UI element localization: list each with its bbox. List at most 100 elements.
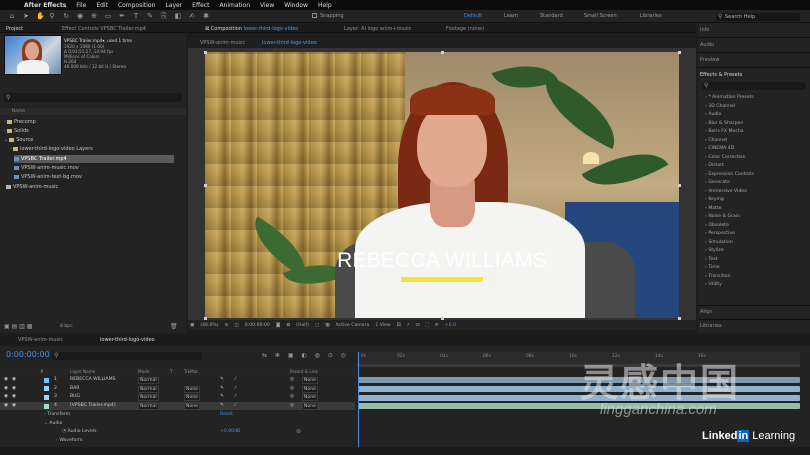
pan-behind-tool-icon[interactable]: ⊕ [90,12,98,20]
layer-name[interactable]: [VPSBC Trailer.mp4] [70,403,116,408]
workspace-learn[interactable]: Learn [504,13,518,19]
exposure-value[interactable]: +0.0 [445,323,456,328]
audio-levels-value[interactable]: +0.00dB [220,429,240,434]
mode-dropdown[interactable]: Normal [138,385,159,393]
selection-tool-icon[interactable]: ➤ [22,12,30,20]
reset-exposure-icon[interactable]: ✲ [435,323,439,328]
list-item[interactable]: › Precomp [0,118,176,126]
eraser-tool-icon[interactable]: ◧ [174,12,182,20]
menu-window[interactable]: Window [284,2,308,9]
effect-category[interactable]: › Text [705,257,718,262]
table-row[interactable]: ◉ ◉ 2 BAR Normal None ✎ ⁄ ◎ None [0,385,355,393]
table-row[interactable]: ◉ ◉ 4 [VPSBC Trailer.mp4] Normal None ✎ ⁄ ◎ None [0,402,355,411]
parent-dropdown[interactable]: None [302,403,318,411]
effect-category[interactable]: › * Animation Presets [705,95,754,100]
parent-pickwhip-icon[interactable]: ◎ [290,403,294,408]
rotate-tool-icon[interactable]: ↻ [62,12,70,20]
table-row[interactable]: ◉ ◉ 1 REBECCA WILLIAMS Normal ✎ ⁄ ◎ None [0,376,355,384]
home-icon[interactable]: ⌂ [8,12,16,20]
audio-icon[interactable]: ◉ [12,403,16,408]
workspace-libraries[interactable]: Libraries [640,13,662,19]
transform-handle[interactable] [441,51,444,54]
toggle-pixel-icon[interactable]: ⚄ [397,323,401,328]
effect-category[interactable]: › Noise & Grain [705,214,740,219]
effect-category[interactable]: › Color Correction [705,155,746,160]
timeline-icon[interactable]: ⊡ [416,323,420,328]
zoom-level[interactable]: (48.6%) [200,323,218,328]
layer-name[interactable]: BUG [70,394,80,399]
transform-handle[interactable] [204,184,207,187]
panel-libraries[interactable]: Libraries [700,323,722,329]
transform-reset[interactable]: Reset [220,412,233,417]
type-tool-icon[interactable]: T [132,12,140,20]
label-color-swatch[interactable] [44,377,49,383]
brush-tool-icon[interactable]: ✎ [146,12,154,20]
transform-handle[interactable] [204,51,207,54]
effect-category[interactable]: › Channel [705,138,727,143]
parent-dropdown[interactable]: None [302,394,318,402]
effect-category[interactable]: › Audio [705,112,721,117]
effect-category[interactable]: › Stylize [705,248,724,253]
tab-footage[interactable]: Footage (none) [446,26,484,32]
menu-app-name[interactable]: After Effects [24,2,66,9]
parent-dropdown[interactable]: None [302,385,318,393]
tab-project[interactable]: Project [6,26,23,32]
menu-file[interactable]: File [76,2,86,9]
trkmat-dropdown[interactable]: None [184,394,200,402]
mode-dropdown[interactable]: Normal [138,403,159,411]
effect-category[interactable]: › CINEMA 4D [705,146,734,151]
list-item[interactable]: ⌄ Source [0,136,176,144]
effect-category[interactable]: › Time [705,265,720,270]
visibility-eye-icon[interactable]: ◉ [4,377,8,382]
roto-brush-icon[interactable]: ✍ [188,12,196,20]
effect-category[interactable]: › Obsolete [705,223,729,228]
search-help-field[interactable]: ⚲ Search Help [716,13,800,21]
camera-dropdown[interactable]: Active Camera [336,323,370,328]
panel-info[interactable]: Info [700,27,709,33]
current-time[interactable]: 0:00:00:00 [245,323,270,328]
effect-category[interactable]: › Boris FX Mocha [705,129,744,134]
timeline-timecode[interactable]: 0:00:00:00 [6,350,50,359]
fx-switch-icon[interactable]: ✎ [220,403,224,408]
composition-frame[interactable]: REBECCA WILLIAMS [205,52,679,318]
trkmat-dropdown[interactable]: None [184,403,200,411]
effect-category[interactable]: › Keying [705,197,724,202]
clone-tool-icon[interactable]: ⎘ [160,12,168,20]
fx-switch-icon[interactable]: ✎ [220,394,224,399]
effects-search-input[interactable]: ⚲ [702,82,806,90]
mask-icon[interactable]: ◫ [234,323,238,328]
flowchart-icon[interactable]: ⛶ [426,322,429,328]
workspace-standard[interactable]: Standard [540,13,563,19]
grid-icon[interactable]: ⊞ [225,323,229,328]
list-item[interactable]: › Solids [0,127,176,135]
quality-switch-icon[interactable]: ⁄ [235,377,236,382]
region-of-interest-icon[interactable]: ▢ [315,323,319,328]
label-color-swatch[interactable] [44,394,49,400]
magnification-icon[interactable]: ▣ [190,323,194,328]
mode-dropdown[interactable]: Normal [138,394,159,402]
subtab-lower-third[interactable]: lower-third-logo-video [262,40,317,46]
list-item[interactable]: VPSW-anim-music.mov [14,164,190,172]
hand-tool-icon[interactable]: ✋ [36,12,45,20]
quality-switch-icon[interactable]: ⁄ [235,386,236,391]
tab-composition[interactable]: ⊠ Composition lower-third-logo-video [205,26,298,32]
audio-icon[interactable]: ◉ [12,394,16,399]
zoom-tool-icon[interactable]: ⚲ [48,12,56,20]
label-color-swatch[interactable] [44,403,49,409]
column-name[interactable]: Name [12,109,25,114]
snapping-checkbox[interactable] [312,13,317,18]
list-item[interactable]: VPSW-anim-music [6,183,182,191]
timeline-search-input[interactable]: ⚲ [52,352,202,360]
effect-category[interactable]: › Generate [705,180,730,185]
visibility-eye-icon[interactable]: ◉ [4,403,8,408]
transparency-grid-icon[interactable]: ▦ [325,323,329,328]
panel-align[interactable]: Align [700,309,713,315]
label-color-swatch[interactable] [44,386,49,392]
effect-category[interactable]: › 3D Channel [705,104,735,109]
quality-switch-icon[interactable]: ⁄ [235,394,236,399]
resolution-dropdown[interactable]: (Half) [296,323,309,328]
tab-effect-controls[interactable]: Effect Controls VPSBC Trailer.mp4 [62,26,146,32]
tab-timeline-lower-third[interactable]: lower-third-logo-video [100,337,155,343]
visibility-eye-icon[interactable]: ◉ [4,386,8,391]
transform-handle[interactable] [678,184,681,187]
